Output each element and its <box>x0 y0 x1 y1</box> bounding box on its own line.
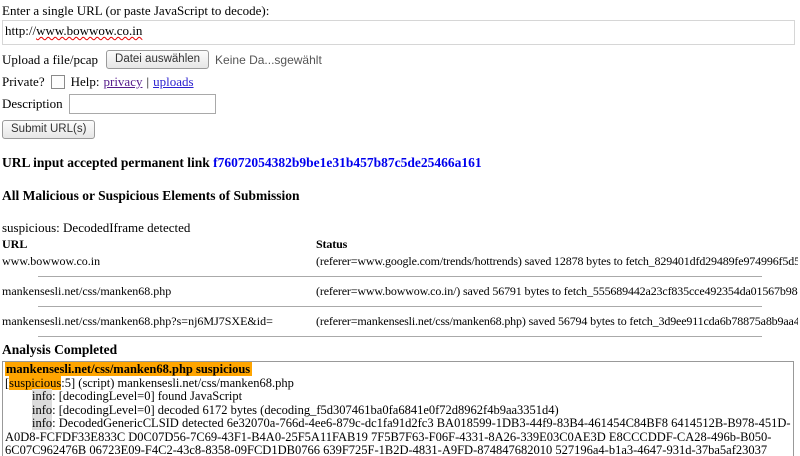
table-cell-url: www.bowwow.co.in <box>2 254 101 268</box>
url-input-label: Enter a single URL (or paste JavaScript … <box>2 3 270 18</box>
suspicious-note: suspicious: DecodedIframe detected <box>2 220 191 235</box>
log-line: info: DecodedGenericCLSID detected 6e320… <box>5 416 791 456</box>
url-status-table: URL Status www.bowwow.co.in (referer=www… <box>2 237 798 337</box>
url-value-prefix: http:// <box>5 23 37 38</box>
jsunpack-page: Enter a single URL (or paste JavaScript … <box>0 0 800 456</box>
table-cell-status: (referer=mankensesli.net/css/manken68.ph… <box>316 314 798 328</box>
table-cell-status: (referer=www.bowwow.co.in/) saved 56791 … <box>316 284 798 298</box>
table-row: www.bowwow.co.in (referer=www.google.com… <box>2 252 798 271</box>
log-line: [suspicious:5] (script) mankensesli.net/… <box>5 375 791 391</box>
row-separator <box>37 306 763 307</box>
file-choose-button[interactable]: Datei auswählen <box>106 50 210 69</box>
log-text: : DecodedGenericCLSID detected 6e32070a-… <box>5 416 791 456</box>
table-cell-url: mankensesli.net/css/manken68.php <box>2 284 172 298</box>
permalink-line: URL input accepted permanent link f76072… <box>2 155 798 171</box>
url-value-domain: www.bowwow.co.in <box>36 23 143 38</box>
file-status-text: Keine Da...sgewählt <box>215 52 322 67</box>
privacy-link[interactable]: privacy <box>103 74 142 90</box>
submit-row: Submit URL(s) <box>2 120 798 139</box>
permalink-hash-link[interactable]: f76072054382b9be1e31b457b87c5de25466a161 <box>213 155 482 170</box>
upload-label: Upload a file/pcap <box>2 51 99 67</box>
summary-heading: All Malicious or Suspicious Elements of … <box>2 188 300 203</box>
log-text: : [decodingLevel=0] found JavaScript <box>52 389 243 403</box>
row-separator <box>37 336 763 337</box>
log-text: :5] (script) mankensesli.net/css/manken6… <box>61 375 294 390</box>
private-label: Private? <box>2 74 45 89</box>
table-cell-status: (referer=www.google.com/trends/hottrends… <box>316 254 798 268</box>
description-label: Description <box>2 96 63 111</box>
table-header-row: URL Status <box>2 237 798 252</box>
description-input[interactable] <box>68 94 216 114</box>
log-line: info: [decodingLevel=0] found JavaScript <box>5 389 791 404</box>
column-header-status: Status <box>316 237 348 251</box>
private-checkbox[interactable] <box>50 75 65 89</box>
submit-url-button[interactable]: Submit URL(s) <box>2 120 96 139</box>
table-row: mankensesli.net/css/manken68.php?s=nj6MJ… <box>2 312 798 331</box>
help-label: Help: <box>70 74 100 89</box>
url-input[interactable]: http://www.bowwow.co.in <box>2 20 795 45</box>
analysis-heading: Analysis Completed <box>2 342 118 357</box>
column-header-url: URL <box>2 237 28 251</box>
log-level-badge: info <box>32 402 53 417</box>
analysis-log-box: mankensesli.net/css/manken68.php suspici… <box>2 361 794 456</box>
description-row: Description <box>2 94 798 114</box>
link-separator: | <box>146 74 150 89</box>
upload-row: Upload a file/pcap Datei auswählen Keine… <box>2 50 798 69</box>
log-level-badge: suspicious <box>9 375 62 390</box>
log-text: : [decodingLevel=0] decoded 6172 bytes (… <box>52 402 559 417</box>
log-line: info: [decodingLevel=0] decoded 6172 byt… <box>5 402 791 418</box>
private-row: Private? Help: privacy | uploads <box>2 74 798 90</box>
analysis-box-title-text: mankensesli.net/css/manken68.php suspici… <box>5 362 253 376</box>
analysis-box-title: mankensesli.net/css/manken68.php suspici… <box>5 362 791 377</box>
log-level-badge: info <box>32 416 53 430</box>
row-separator <box>37 276 763 277</box>
table-row: mankensesli.net/css/manken68.php (refere… <box>2 282 798 301</box>
log-level-badge: info <box>32 389 53 403</box>
permalink-accepted-text: URL input accepted permanent link <box>2 155 214 170</box>
uploads-link[interactable]: uploads <box>153 74 193 90</box>
table-cell-url: mankensesli.net/css/manken68.php?s=nj6MJ… <box>2 314 273 328</box>
